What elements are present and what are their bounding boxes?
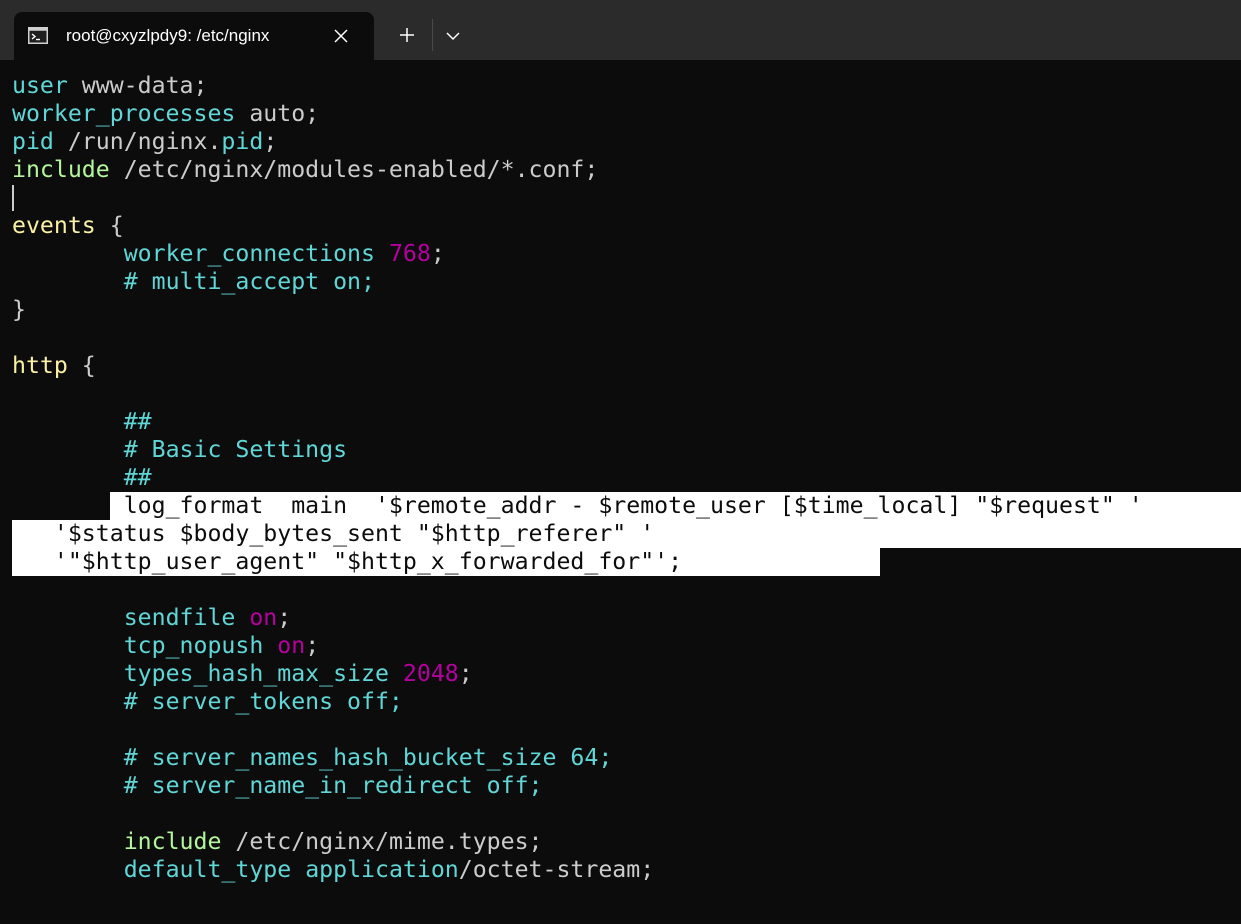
tab-divider [432,19,433,51]
code-line: ## [12,408,152,436]
code-line: worker_connections 768; [12,240,445,268]
code-token: pid [12,128,54,155]
code-token: /etc/nginx/modules-enabled/*.conf; [109,156,599,183]
code-token: # server_name_in_redirect off; [123,772,543,799]
chevron-down-icon[interactable] [438,21,468,51]
code-line: # server_name_in_redirect off; [12,772,543,800]
code-token: on [277,632,306,659]
code-token: www-data; [67,72,208,99]
code-token: { [67,352,96,379]
code-line: user www-data; [12,72,207,100]
code-token: ## [123,464,152,491]
code-token: ; [430,240,445,267]
code-token: log_format main '$remote_addr - $remote_… [123,492,1143,519]
title-bar: root@cxyzlpdy9: /etc/nginx [0,0,1241,60]
code-line: include /etc/nginx/mime.types; [12,828,543,856]
code-line: # server_names_hash_bucket_size 64; [12,744,613,772]
code-token: default_type [123,856,292,883]
code-line: http { [12,352,96,380]
terminal-tab[interactable]: root@cxyzlpdy9: /etc/nginx [14,12,374,60]
code-token: /run/nginx. [53,128,222,155]
code-line: tcp_nopush on; [12,632,319,660]
code-token: # server_names_hash_bucket_size 64; [123,744,613,771]
code-line: worker_processes auto; [12,100,319,128]
code-line: } [12,296,26,324]
code-line: include /etc/nginx/modules-enabled/*.con… [12,156,598,184]
code-token: ; [305,632,320,659]
code-line: '"$http_user_agent" "$http_x_forwarded_f… [12,548,682,576]
code-token: # server_tokens off; [123,688,403,715]
code-token: on [249,604,278,631]
code-line: events { [12,212,124,240]
code-token: /etc/nginx/mime.types; [221,828,543,855]
code-token: sendfile [123,604,236,631]
close-icon[interactable] [330,25,352,47]
code-token: # Basic Settings [123,436,348,463]
code-line: pid /run/nginx.pid; [12,128,277,156]
code-line: types_hash_max_size 2048; [12,660,473,688]
terminal-content[interactable]: user www-data; worker_processes auto; pid … [0,60,1241,924]
code-token: 2048 [402,660,459,687]
code-token: application [305,856,459,883]
code-token: '$status $body_bytes_sent "$http_referer… [53,520,655,547]
code-token: pid [221,128,264,155]
code-token: user [12,72,68,99]
code-token: } [12,296,26,323]
code-line: default_type application/octet-stream; [12,856,655,884]
code-line: # server_tokens off; [12,688,403,716]
tab-title: root@cxyzlpdy9: /etc/nginx [66,26,270,45]
code-token: include [12,156,110,183]
code-line: # Basic Settings [12,436,347,464]
code-token: # multi_accept on; [123,268,375,295]
code-token: include [123,828,222,855]
plus-icon[interactable] [390,21,424,51]
code-token: worker_connections [123,240,375,267]
code-token: types_hash_max_size [123,660,389,687]
code-line: ## [12,464,152,492]
terminal-icon [28,27,48,44]
code-token: http [12,352,68,379]
code-line: sendfile on; [12,604,292,632]
code-token: auto; [235,100,320,127]
code-token: events [12,212,96,239]
code-line: '$status $body_bytes_sent "$http_referer… [12,520,654,548]
code-line: log_format main '$remote_addr - $remote_… [12,492,1143,520]
code-token: ## [123,408,152,435]
code-token: ; [277,604,292,631]
terminal-window: root@cxyzlpdy9: /etc/nginx user www-data… [0,0,1241,924]
code-token: tcp_nopush [123,632,264,659]
code-token: { [95,212,124,239]
code-line: # multi_accept on; [12,268,375,296]
code-token: 768 [388,240,431,267]
text-cursor [12,185,14,211]
code-token: worker_processes [12,100,236,127]
code-token: /octet-stream; [458,856,655,883]
code-token: ; [458,660,473,687]
code-token: '"$http_user_agent" "$http_x_forwarded_f… [53,548,683,575]
code-token: ; [263,128,278,155]
